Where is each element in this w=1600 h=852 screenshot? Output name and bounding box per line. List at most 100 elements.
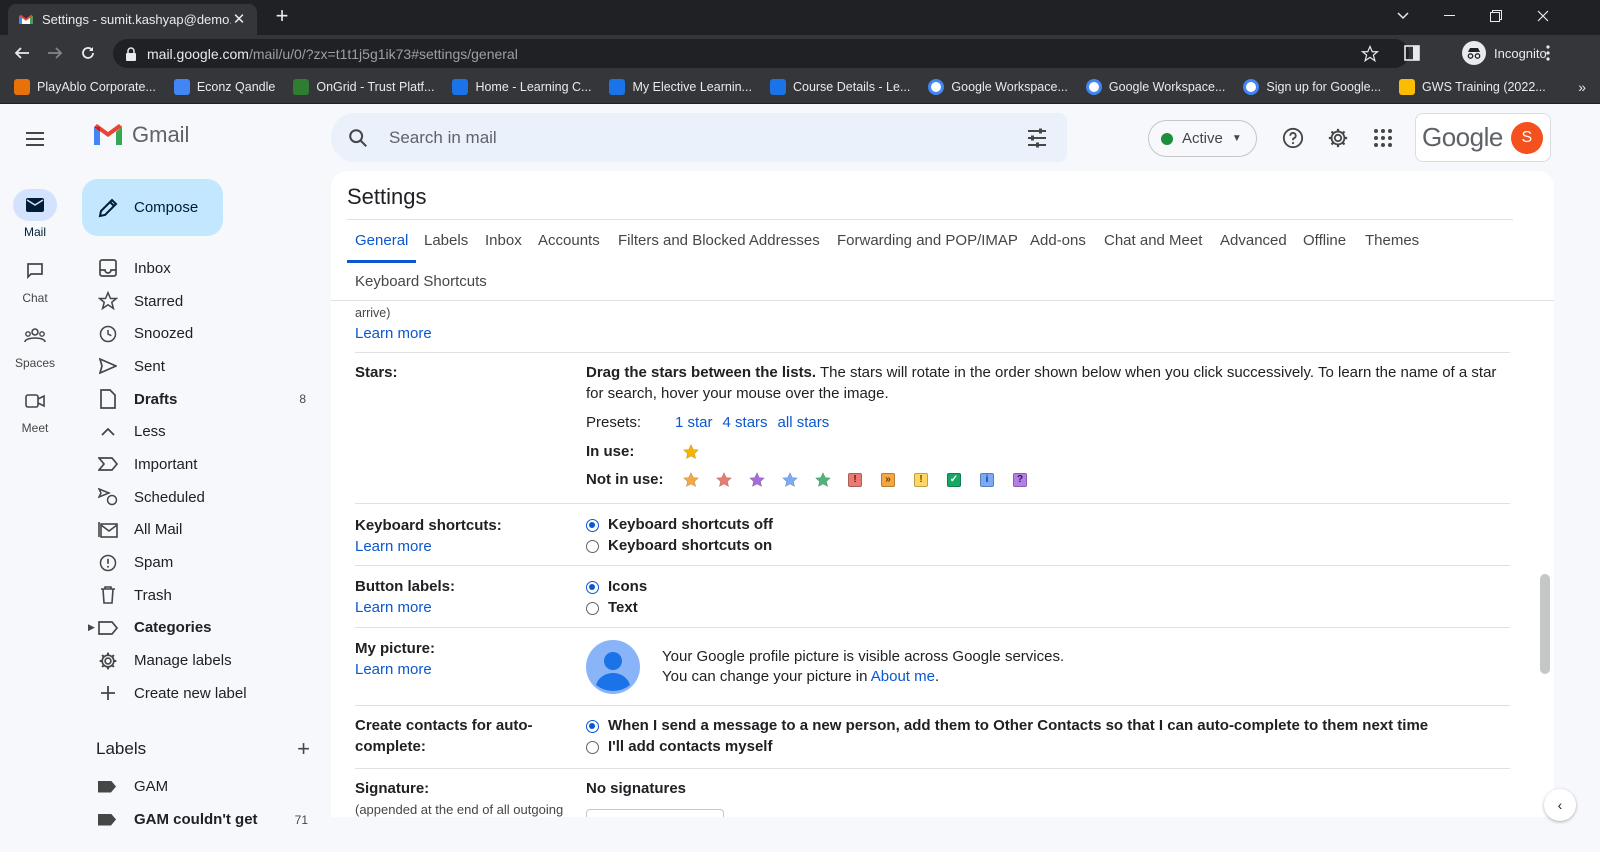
search-input[interactable]: Search in mail [389, 128, 1025, 148]
red-star-icon[interactable] [716, 472, 732, 488]
radio-unselected[interactable] [586, 602, 599, 615]
gmail-logo[interactable]: Gmail [92, 122, 189, 148]
nav-item-scheduled[interactable]: Scheduled [70, 481, 328, 514]
rail-item-mail[interactable]: Mail [0, 189, 70, 239]
browser-menu-icon[interactable] [1536, 41, 1560, 65]
preset-1-star[interactable]: 1 star [675, 413, 713, 434]
back-icon[interactable] [10, 41, 34, 65]
apps-grid-icon[interactable] [1371, 126, 1395, 150]
scrollbar-thumb[interactable] [1540, 574, 1550, 674]
tab-labels[interactable]: Labels [416, 223, 476, 260]
radio-unselected[interactable] [586, 741, 599, 754]
blue-info-icon[interactable]: i [980, 473, 994, 488]
bookmark-item[interactable]: Home - Learning C... [452, 79, 591, 95]
orange-star-icon[interactable] [683, 472, 699, 488]
tab-accounts[interactable]: Accounts [530, 223, 608, 260]
settings-gear-icon[interactable] [1326, 126, 1350, 150]
orange-guillemet-icon[interactable]: » [881, 473, 895, 488]
rail-item-chat[interactable]: Chat [0, 255, 70, 305]
tab-advanced[interactable]: Advanced [1212, 223, 1295, 260]
main-menu-icon[interactable] [23, 127, 47, 151]
nav-item-trash[interactable]: Trash [70, 579, 328, 612]
tab-keyboard-shortcuts[interactable]: Keyboard Shortcuts [347, 264, 495, 301]
nav-item-categories[interactable]: ▶ Categories [70, 612, 328, 645]
tab-filters-and-blocked-addresses[interactable]: Filters and Blocked Addresses [610, 223, 828, 260]
rail-item-spaces[interactable]: Spaces [0, 320, 70, 370]
close-window-icon[interactable] [1520, 0, 1566, 32]
bookmark-item[interactable]: OnGrid - Trust Platf... [293, 79, 434, 95]
reload-icon[interactable] [76, 41, 100, 65]
preset-all-stars[interactable]: all stars [778, 413, 830, 434]
bookmark-item[interactable]: My Elective Learnin... [609, 79, 752, 95]
yellow-bang-icon[interactable]: ! [914, 473, 928, 488]
profile-placeholder-icon[interactable] [586, 640, 640, 694]
label-item[interactable]: GAM couldn't get 71 [98, 811, 308, 828]
preset-4-stars[interactable]: 4 stars [723, 413, 768, 434]
search-bar[interactable]: Search in mail [331, 113, 1067, 162]
keyboard-shortcuts-on-radio[interactable]: Keyboard shortcuts on [586, 536, 773, 557]
auto-add-contacts-radio[interactable]: When I send a message to a new person, a… [586, 716, 1428, 737]
restore-icon[interactable] [1473, 0, 1519, 32]
account-switcher[interactable]: Google S [1415, 113, 1551, 162]
nav-item-spam[interactable]: Spam [70, 546, 328, 579]
nav-item-manage-labels[interactable]: Manage labels [70, 644, 328, 677]
bookmark-item[interactable]: Econz Qandle [173, 79, 275, 95]
learn-more-link[interactable]: Learn more [355, 538, 432, 555]
tab-add-ons[interactable]: Add-ons [1022, 223, 1094, 260]
radio-selected[interactable] [586, 720, 599, 733]
expand-arrow-icon[interactable]: ▶ [88, 622, 95, 633]
nav-item-starred[interactable]: Starred [70, 285, 328, 318]
radio-selected[interactable] [586, 581, 599, 594]
address-bar[interactable]: mail.google.com/mail/u/0/?zx=t1t1j5g1ik7… [113, 39, 1409, 68]
about-me-link[interactable]: About me [871, 668, 935, 685]
add-label-icon[interactable]: + [297, 736, 310, 762]
nav-item-important[interactable]: Important [70, 448, 328, 481]
nav-item-snoozed[interactable]: Snoozed [70, 317, 328, 350]
bookmark-item[interactable]: PlayAblo Corporate... [14, 79, 156, 95]
search-options-icon[interactable] [1025, 126, 1049, 150]
compose-button[interactable]: Compose [82, 179, 223, 236]
learn-more-link[interactable]: Learn more [355, 661, 432, 678]
nav-item-all-mail[interactable]: All Mail [70, 514, 328, 547]
bookmark-star-icon[interactable] [1361, 45, 1379, 63]
manual-contacts-radio[interactable]: I'll add contacts myself [586, 737, 1428, 758]
learn-more-link[interactable]: Learn more [355, 325, 432, 342]
nav-item-less[interactable]: Less [70, 415, 328, 448]
side-panel-toggle-icon[interactable]: ‹ [1544, 789, 1576, 821]
nav-item-sent[interactable]: Sent [70, 350, 328, 383]
purple-star-icon[interactable] [749, 472, 765, 488]
forward-icon[interactable] [43, 41, 67, 65]
tab-chat-and-meet[interactable]: Chat and Meet [1096, 223, 1210, 260]
side-panel-icon[interactable] [1400, 41, 1424, 65]
text-radio[interactable]: Text [586, 598, 647, 619]
browser-tab[interactable]: Settings - sumit.kashyap@demo... ✕ [8, 4, 257, 35]
status-dropdown[interactable]: Active ▼ [1148, 120, 1257, 157]
purple-question-icon[interactable]: ? [1013, 473, 1027, 488]
green-star-icon[interactable] [815, 472, 831, 488]
create-signature-button[interactable] [586, 809, 724, 817]
bookmark-item[interactable]: Course Details - Le... [769, 79, 910, 95]
search-icon[interactable] [347, 127, 369, 149]
minimize-icon[interactable] [1426, 0, 1472, 32]
nav-item-drafts[interactable]: Drafts 8 [70, 383, 328, 416]
tab-offline[interactable]: Offline [1295, 223, 1354, 260]
yellow-star-icon[interactable] [683, 443, 699, 460]
radio-selected[interactable] [586, 519, 599, 532]
tab-search-icon[interactable] [1380, 0, 1426, 32]
bookmark-item[interactable]: Google Workspace... [1085, 79, 1225, 95]
tab-general[interactable]: General [347, 223, 417, 263]
green-check-icon[interactable]: ✓ [947, 473, 961, 488]
more-bookmarks-icon[interactable]: » [1578, 79, 1586, 95]
incognito-indicator[interactable]: Incognito [1462, 39, 1547, 67]
help-icon[interactable] [1281, 126, 1305, 150]
tab-inbox[interactable]: Inbox [477, 223, 530, 260]
bookmark-item[interactable]: GWS Training (2022... [1399, 79, 1546, 95]
tab-themes[interactable]: Themes [1357, 223, 1427, 260]
red-bang-icon[interactable]: ! [848, 473, 862, 488]
rail-item-meet[interactable]: Meet [0, 385, 70, 435]
icons-radio[interactable]: Icons [586, 577, 647, 598]
tab-forwarding-and-pop-imap[interactable]: Forwarding and POP/IMAP [829, 223, 1026, 260]
bookmark-item[interactable]: Google Workspace... [928, 79, 1068, 95]
new-tab-icon[interactable]: + [270, 5, 294, 29]
keyboard-shortcuts-off-radio[interactable]: Keyboard shortcuts off [586, 515, 773, 536]
